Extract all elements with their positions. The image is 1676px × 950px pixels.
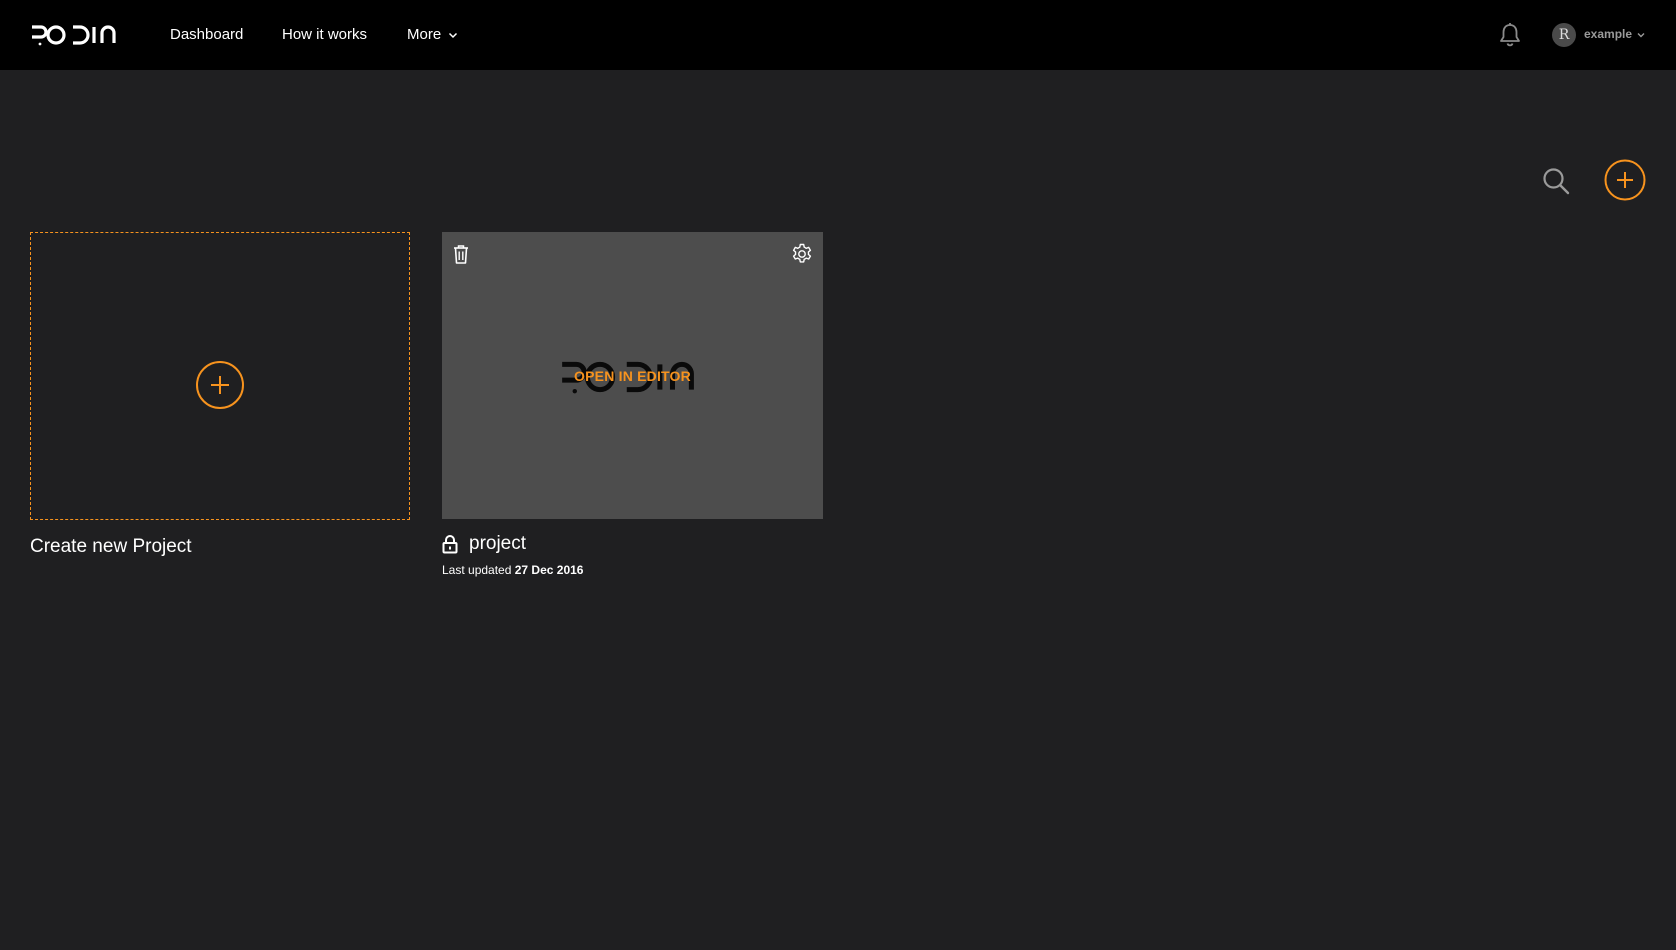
nav-dashboard-label: Dashboard (170, 26, 244, 43)
user-menu[interactable]: example (1584, 0, 1645, 70)
last-updated-label: Last updated (442, 563, 512, 577)
nav-more-label: More (407, 26, 442, 43)
add-project-button[interactable] (1604, 159, 1646, 201)
gear-icon[interactable] (790, 242, 814, 266)
avatar[interactable]: R (1552, 23, 1576, 47)
nav-more-dropdown[interactable]: More (407, 0, 458, 70)
nav-how-it-works-label: How it works (282, 26, 368, 43)
project-name[interactable]: project (469, 533, 526, 555)
project-last-updated: Last updated 27 Dec 2016 (442, 563, 583, 577)
trash-icon[interactable] (451, 243, 471, 265)
open-in-editor-link[interactable]: OPEN IN EDITOR (442, 368, 823, 384)
top-navigation-bar: Dashboard How it works More R example (0, 0, 1676, 70)
project-card[interactable]: OPEN IN EDITOR (442, 232, 823, 519)
create-project-label[interactable]: Create new Project (30, 536, 192, 558)
rodin-logo[interactable] (30, 23, 122, 47)
nav-dashboard[interactable]: Dashboard (170, 0, 243, 70)
chevron-down-icon (449, 33, 458, 39)
plus-circle-icon (196, 361, 244, 409)
username-label: example (1584, 27, 1633, 41)
last-updated-date: 27 Dec 2016 (514, 563, 584, 577)
chevron-down-icon (1637, 32, 1645, 38)
bell-icon[interactable] (1498, 22, 1522, 48)
nav-how-it-works[interactable]: How it works (282, 0, 367, 70)
lock-icon (442, 535, 458, 554)
search-icon[interactable] (1541, 166, 1571, 196)
create-project-card[interactable] (30, 232, 410, 520)
